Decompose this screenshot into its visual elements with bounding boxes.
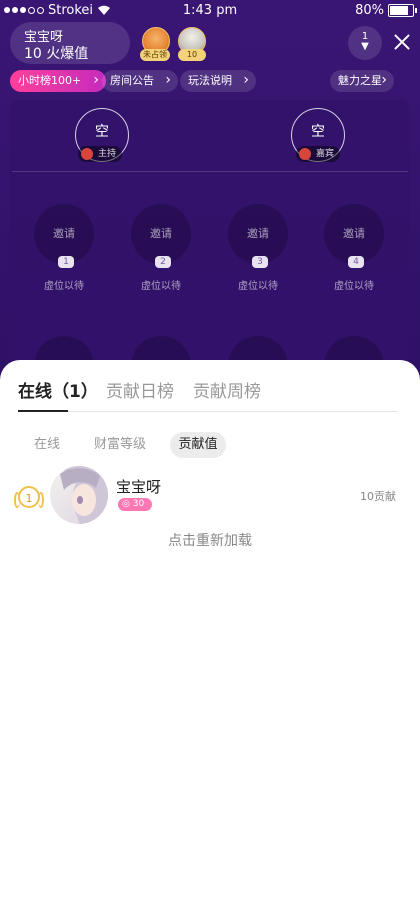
battery-percent: 80%	[355, 3, 384, 18]
level-badge: ◎ 30	[118, 498, 152, 511]
board-divider	[12, 171, 408, 172]
active-tab-indicator	[18, 410, 68, 412]
mic-seat-1-status: 虚位以待	[44, 281, 84, 292]
subtab-wealth-level[interactable]: 财富等级	[90, 432, 150, 458]
tab-separator	[18, 411, 398, 412]
caret-down-icon: ▼	[361, 41, 369, 52]
tab-daily-rank[interactable]: 贡献日榜	[106, 377, 174, 402]
top-avatar-1-tag: 未占领	[140, 49, 170, 61]
crown-icon	[299, 148, 311, 160]
mic-seat-3-number: 3	[252, 256, 268, 268]
status-bar: Strokei 1:43 pm 80%	[0, 0, 420, 22]
subtab-contribution[interactable]: 贡献值	[170, 432, 226, 458]
mic-seat-1-number: 1	[58, 256, 74, 268]
avatar[interactable]	[50, 466, 108, 524]
host-role-tag: 主持	[78, 146, 123, 162]
mic-seat-4[interactable]: 邀请	[324, 204, 384, 264]
subtab-online[interactable]: 在线	[30, 432, 64, 458]
mic-seat-4-number: 4	[348, 256, 364, 268]
reload-link[interactable]: 点击重新加载	[0, 530, 420, 550]
guest-role-tag: 嘉宾	[296, 146, 341, 162]
rules-chip[interactable]: 玩法说明	[180, 69, 256, 92]
level-value: 30	[132, 499, 145, 509]
tab-weekly-rank[interactable]: 贡献周榜	[193, 377, 261, 402]
room-info[interactable]: 宝宝呀 10 火爆值	[10, 22, 130, 64]
charm-star-chip[interactable]: 魅力之星	[330, 69, 394, 92]
close-icon[interactable]	[392, 32, 412, 52]
user-name: 宝宝呀	[116, 478, 162, 496]
online-count-button[interactable]: 1 ▼	[348, 26, 382, 60]
room-heat: 10 火爆值	[24, 46, 89, 62]
avatar-illustration	[50, 466, 108, 524]
mic-seat-4-status: 虚位以待	[334, 281, 374, 292]
mic-seat-3[interactable]: 邀请	[228, 204, 288, 264]
top-avatar-2-tag: 10	[178, 49, 206, 61]
rank-badge: 1	[14, 486, 44, 508]
guest-role-label: 嘉宾	[316, 149, 335, 159]
mic-seat-2-status: 虚位以待	[141, 281, 181, 292]
hourly-rank-chip[interactable]: 小时榜100+	[10, 69, 106, 92]
mic-seat-3-status: 虚位以待	[238, 281, 278, 292]
mic-icon	[81, 148, 93, 160]
mic-seat-2-number: 2	[155, 256, 171, 268]
contribution-value: 10贡献	[360, 490, 396, 503]
mic-seat-2[interactable]: 邀请	[131, 204, 191, 264]
mic-seat-1[interactable]: 邀请	[34, 204, 94, 264]
host-role-label: 主持	[98, 149, 117, 159]
battery-icon	[388, 4, 417, 17]
announcement-chip[interactable]: 房间公告	[102, 69, 178, 92]
tab-online[interactable]: 在线（1）	[18, 377, 98, 402]
battery-status: 80%	[355, 3, 417, 18]
